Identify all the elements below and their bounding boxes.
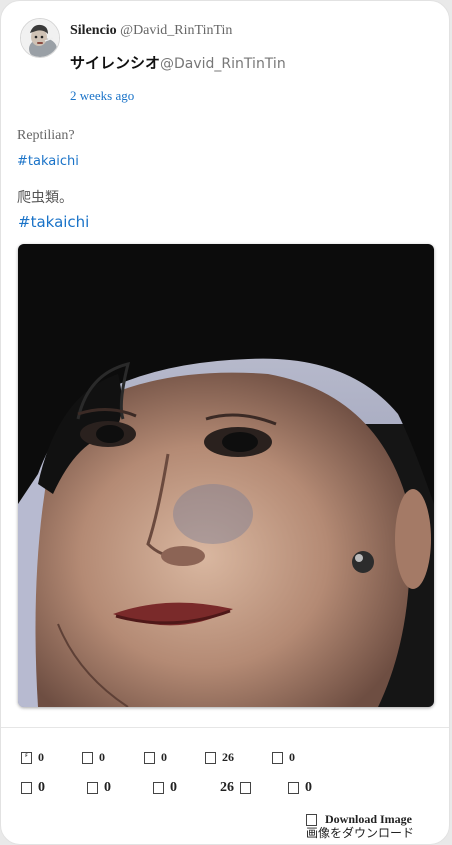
bookmark-stat[interactable]: 0 (272, 750, 295, 765)
like-icon (205, 751, 216, 764)
like-count: 26 (222, 750, 234, 764)
bookmark-icon (288, 782, 299, 794)
quote-count: 0 (161, 750, 167, 764)
bookmark-count: 0 (289, 750, 295, 764)
reply-stat[interactable]: 0 (21, 780, 45, 796)
quote-stat[interactable]: 0 (144, 750, 167, 765)
author-name[interactable]: Silencio (70, 23, 117, 38)
post-text-jp: 爬虫類。 (17, 190, 73, 206)
hashtag-link-en[interactable]: #takaichi (17, 154, 79, 169)
stats-row-2: 0 0 0 26 0 (1, 780, 449, 800)
author-row: Silencio @David_RinTinTin (70, 23, 232, 39)
retweet-icon (82, 751, 93, 764)
avatar[interactable] (20, 18, 60, 58)
bookmark-stat[interactable]: 0 (288, 780, 312, 796)
avatar-image (21, 19, 59, 57)
like-icon (240, 782, 251, 794)
post-image-illustration (18, 244, 434, 707)
author-row-jp: サイレンシオ@David_RinTinTin (70, 52, 286, 73)
retweet-count: 0 (99, 750, 105, 764)
author-handle-jp[interactable]: @David_RinTinTin (160, 56, 286, 72)
divider (1, 727, 449, 728)
quote-icon (144, 751, 155, 764)
bookmark-count: 0 (305, 780, 312, 795)
quote-icon (153, 782, 164, 794)
retweet-stat[interactable]: 0 (87, 780, 111, 796)
bookmark-icon (272, 751, 283, 764)
retweet-icon (87, 782, 98, 794)
retweet-count: 0 (104, 780, 111, 795)
post-text-en: Reptilian? (17, 128, 75, 143)
reply-stat[interactable]: F​​ 0 (21, 750, 44, 765)
quote-count: 0 (170, 780, 177, 795)
author-name-jp[interactable]: サイレンシオ (70, 54, 160, 72)
hashtag-link-jp[interactable]: #takaichi (18, 213, 89, 231)
retweet-stat[interactable]: 0 (82, 750, 105, 765)
reply-count: 0 (38, 780, 45, 795)
reply-count: 0 (38, 750, 44, 764)
like-stat[interactable]: 26 (220, 780, 251, 796)
download-label-jp: 画像をダウンロード (306, 826, 415, 840)
reply-icon (21, 782, 32, 794)
like-count: 26 (220, 780, 234, 795)
stats-row-1: F​​ 0 0 0 26 0 (1, 750, 449, 770)
reply-icon: F​​ (21, 751, 32, 764)
post-image[interactable] (18, 244, 434, 707)
post-timestamp-link[interactable]: 2 weeks ago (70, 88, 134, 104)
quote-stat[interactable]: 0 (153, 780, 177, 796)
like-stat[interactable]: 26 (205, 750, 234, 765)
author-handle[interactable]: @David_RinTinTin (120, 23, 232, 38)
post-card: Silencio @David_RinTinTin サイレンシオ@David_R… (0, 0, 450, 845)
